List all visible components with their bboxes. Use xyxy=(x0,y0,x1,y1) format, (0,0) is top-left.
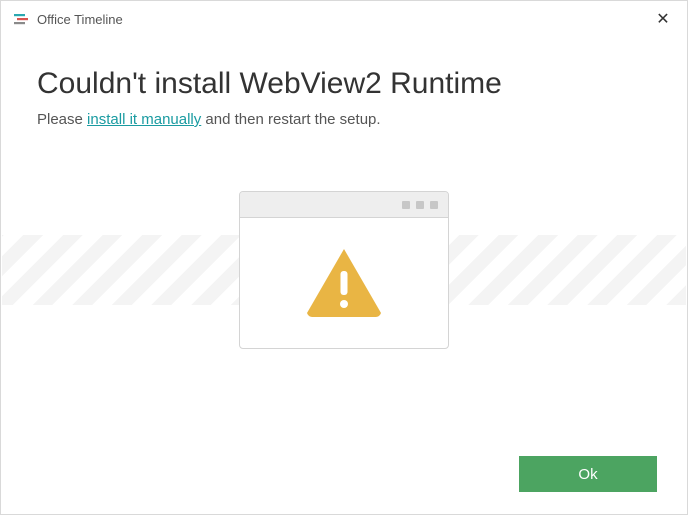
close-icon: ✕ xyxy=(656,9,669,29)
subtext-prefix: Please xyxy=(37,111,87,128)
title-left: Office Timeline xyxy=(13,11,123,27)
subtext-suffix: and then restart the setup. xyxy=(201,111,380,128)
titlebar: Office Timeline ✕ xyxy=(1,1,687,37)
footer: Ok xyxy=(519,456,657,492)
mock-window-control xyxy=(402,201,410,209)
mock-window-illustration xyxy=(239,191,449,349)
illustration-zone xyxy=(1,191,687,349)
ok-button[interactable]: Ok xyxy=(519,456,657,492)
error-subtext: Please install it manually and then rest… xyxy=(37,111,651,128)
mock-window-control xyxy=(416,201,424,209)
mock-body xyxy=(240,218,448,348)
app-logo-icon xyxy=(13,11,29,27)
dialog-window: Office Timeline ✕ Couldn't install WebVi… xyxy=(0,0,688,515)
warning-triangle-icon xyxy=(304,247,384,319)
error-heading: Couldn't install WebView2 Runtime xyxy=(37,67,651,101)
mock-titlebar xyxy=(240,192,448,218)
content-area: Couldn't install WebView2 Runtime Please… xyxy=(1,37,687,128)
app-title: Office Timeline xyxy=(37,12,123,27)
close-button[interactable]: ✕ xyxy=(651,7,675,31)
install-manually-link[interactable]: install it manually xyxy=(87,111,201,128)
mock-window-control xyxy=(430,201,438,209)
